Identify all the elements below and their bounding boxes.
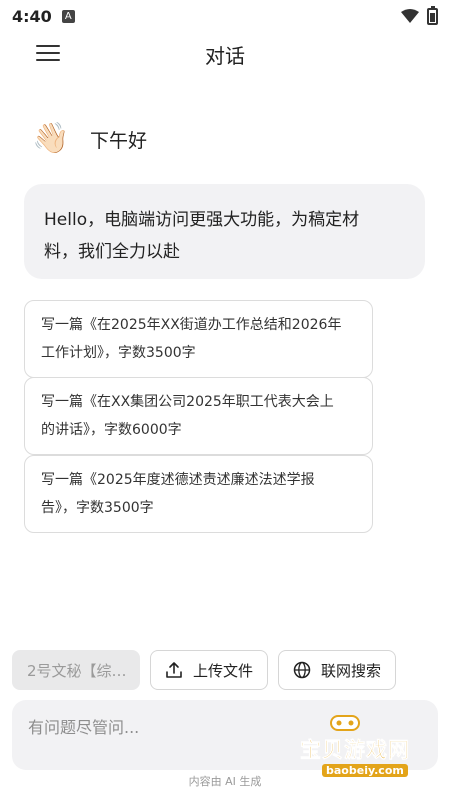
suggestion-card-2[interactable]: 写一篇《在XX集团公司2025年职工代表大会上 的讲话》，字数6000字 [24,377,373,455]
globe-icon [293,661,311,679]
model-selector-button[interactable]: 2号文秘【综… [12,650,140,690]
model-selector-label: 2号文秘【综… [27,661,127,680]
suggestion-line: 写一篇《2025年度述德述责述廉述法述学报 [41,472,315,488]
suggestion-line: 写一篇《在2025年XX街道办工作总结和2026年 [41,317,342,333]
web-search-button[interactable]: 联网搜索 [278,650,397,690]
wifi-icon [401,9,419,23]
watermark-text: 宝贝游戏网 [300,738,410,763]
web-search-label: 联网搜索 [321,661,382,680]
suggestion-line: 的讲话》，字数6000字 [41,422,182,438]
status-bar: 4:40 A [0,0,450,32]
notification-app-icon: A [61,9,75,23]
battery-icon [427,5,438,25]
suggestion-line: 写一篇《在XX集团公司2025年职工代表大会上 [41,394,334,410]
greeting: 👋🏻 下午好 [32,122,147,156]
ai-disclaimer: 内容由 AI 生成 [188,775,262,788]
suggestion-card-1[interactable]: 写一篇《在2025年XX街道办工作总结和2026年 工作计划》，字数3500字 [24,300,373,378]
intro-line-2: 料，我们全力以赴 [44,242,180,262]
suggestion-line: 告》，字数3500字 [41,500,154,516]
upload-icon [166,662,182,678]
watermark-logo: 宝贝游戏网 baobeiy.com [300,712,420,782]
suggestion-line: 工作计划》，字数3500字 [41,345,196,361]
status-indicators [401,5,438,25]
composer-toolbar: 2号文秘【综… 上传文件 联网搜索 [12,650,397,690]
intro-message-bubble: Hello，电脑端访问更强大功能，为稿定材 料，我们全力以赴 [24,184,425,279]
app-bar: 对话 [0,32,450,76]
waving-hand-icon: 👋🏻 [32,121,70,156]
message-input[interactable] [28,718,288,737]
status-time: 4:40 [12,6,52,26]
suggestion-card-3[interactable]: 写一篇《2025年度述德述责述廉述法述学报 告》，字数3500字 [24,455,373,533]
page-title: 对话 [205,43,245,68]
upload-file-label: 上传文件 [193,661,254,680]
greeting-text: 下午好 [90,129,148,152]
intro-line-1: Hello，电脑端访问更强大功能，为稿定材 [44,210,360,230]
menu-icon[interactable] [36,42,60,64]
gamepad-icon [330,715,360,731]
upload-file-button[interactable]: 上传文件 [150,650,269,690]
